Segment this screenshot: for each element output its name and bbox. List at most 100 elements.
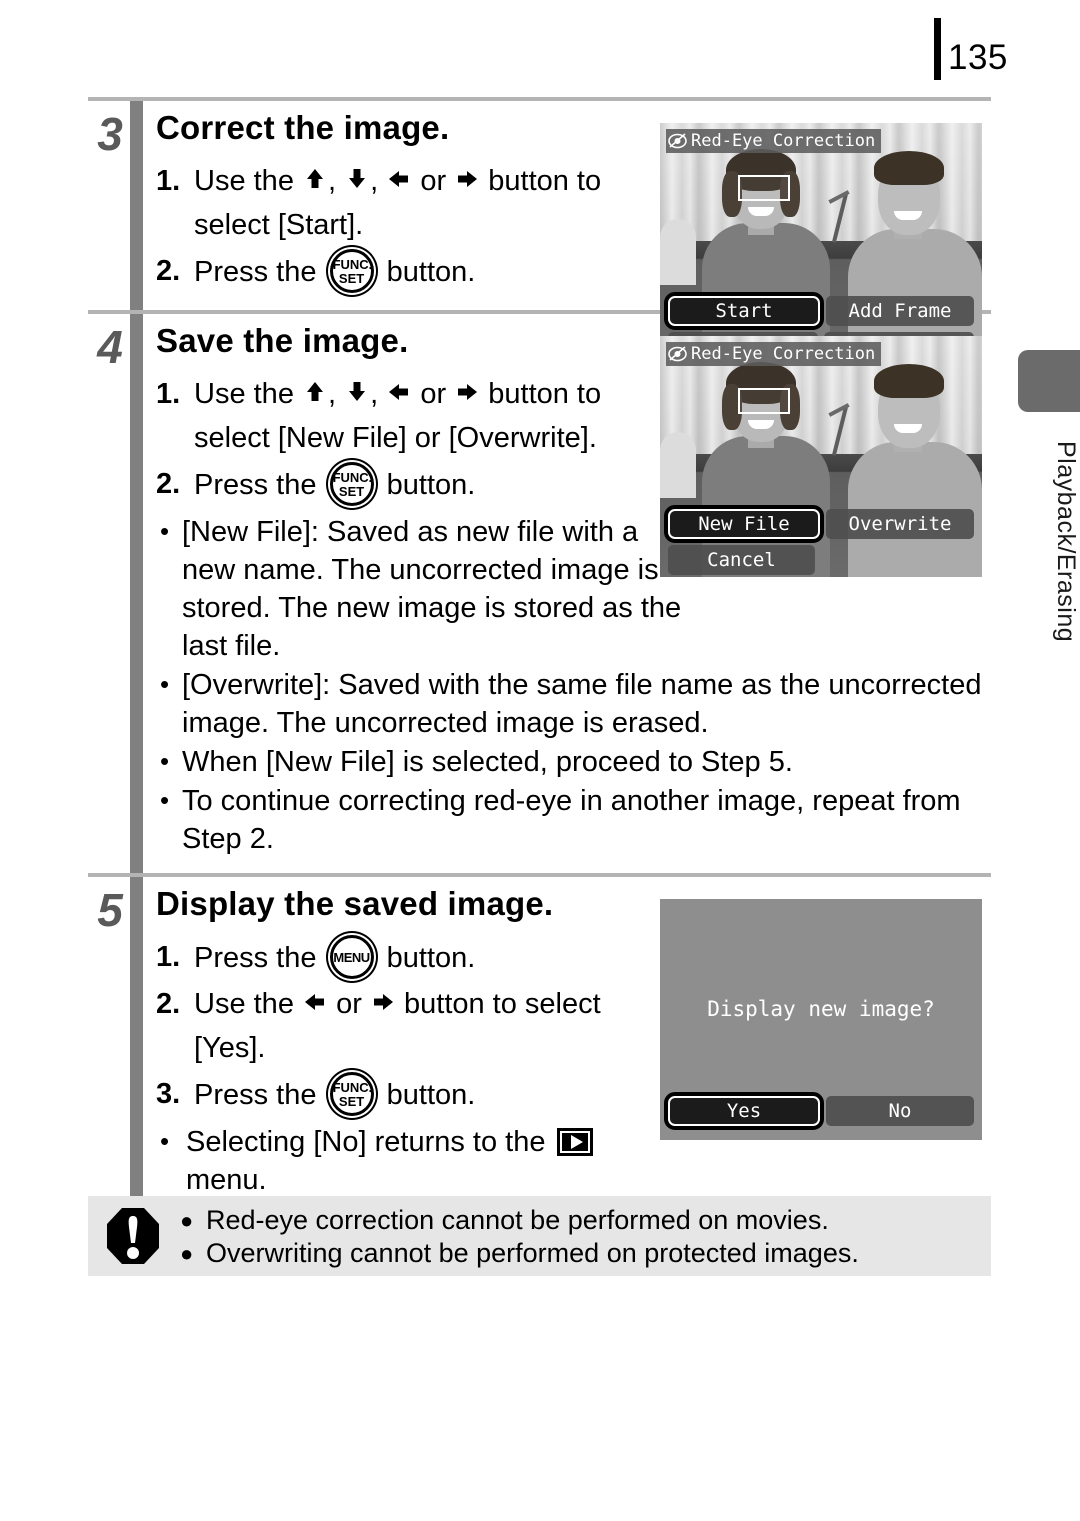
side-tab-marker bbox=[1018, 350, 1080, 412]
menu-button-label: MENU bbox=[333, 950, 370, 965]
arrow-left-icon bbox=[386, 166, 412, 192]
dialog-button-yes[interactable]: Yes bbox=[664, 1092, 824, 1130]
arrow-down-icon bbox=[344, 379, 370, 405]
step-rule bbox=[130, 314, 143, 873]
step-5-instruction-3-suffix: button. bbox=[386, 1079, 476, 1111]
func-set-label-top: FUNC. bbox=[332, 257, 373, 272]
step-4-bullet-4-text: To continue correcting red-eye in anothe… bbox=[182, 785, 961, 855]
step-4-instruction-1-prefix: Use the bbox=[194, 378, 294, 410]
step-3-instruction-2-prefix: Press the bbox=[194, 256, 317, 288]
caution-box: ● Red-eye correction cannot be performed… bbox=[88, 1196, 991, 1276]
step-3-instruction-1-line2: select [Start]. bbox=[194, 209, 364, 241]
step-4-bullet-1: • [New File]: Saved as new file with a n… bbox=[156, 513, 682, 665]
step-4-instruction-1-line2: select [New File] or [Overwrite]. bbox=[194, 422, 597, 454]
step-5-bullet-1-text: Selecting [No] returns to the bbox=[186, 1126, 546, 1158]
step-5-instruction-2-prefix: Use the bbox=[194, 988, 294, 1020]
step-4-bullet-2: • [Overwrite]: Saved with the same file … bbox=[156, 666, 991, 742]
step-5-instruction-2-conj: or bbox=[336, 988, 362, 1020]
background-person bbox=[660, 432, 696, 498]
step-5-instruction-3-marker: 3. bbox=[156, 1078, 181, 1110]
screen-menu-row-2: Cancel bbox=[660, 545, 982, 575]
step-5-instruction-2-suffix: button to select bbox=[404, 988, 601, 1020]
page-header: 135 bbox=[0, 14, 1080, 86]
step-5-instruction-1-marker: 1. bbox=[156, 941, 181, 973]
arrow-down-icon bbox=[344, 166, 370, 192]
bullet-dot: • bbox=[160, 746, 170, 776]
step-3-instruction-1-marker: 1. bbox=[156, 165, 181, 197]
caution-item-1: ● Red-eye correction cannot be performed… bbox=[178, 1204, 981, 1237]
screen-title-bar: Red-Eye Correction bbox=[666, 129, 882, 153]
step-3-instruction-1-prefix: Use the bbox=[194, 165, 294, 197]
step-5: 5 Display the saved image. 1. Press the … bbox=[88, 877, 991, 1214]
step-4-instruction-1-suffix: button to bbox=[488, 378, 602, 410]
step-5-instruction-1-prefix: Press the bbox=[194, 942, 317, 974]
bullet-dot: • bbox=[160, 669, 170, 699]
step-4-number: 4 bbox=[97, 321, 123, 373]
camera-screen-display-new-image: Display new image? Yes No bbox=[660, 899, 982, 1140]
step-5-bullet-1-tail: menu. bbox=[186, 1164, 267, 1196]
page-number-rule bbox=[934, 18, 941, 80]
screen-title-text: Red-Eye Correction bbox=[691, 131, 876, 151]
step-5-bullet-1: • Selecting [No] returns to the menu. bbox=[156, 1123, 656, 1199]
screen-title-text: Red-Eye Correction bbox=[691, 344, 876, 364]
step-4-bullet-4: • To continue correcting red-eye in anot… bbox=[156, 782, 991, 858]
step-4-instruction-1-marker: 1. bbox=[156, 378, 181, 410]
step-4-bullet-2-text: [Overwrite]: Saved with the same file na… bbox=[182, 669, 982, 739]
func-set-label-bottom: SET bbox=[338, 484, 365, 499]
background-person bbox=[660, 219, 696, 285]
func-set-label-bottom: SET bbox=[338, 1094, 365, 1109]
side-tab-label: Playback/Erasing bbox=[1052, 441, 1080, 643]
step-3-instruction-2-suffix: button. bbox=[386, 256, 476, 288]
step-4-instruction-1-conj: or bbox=[420, 378, 447, 410]
menu-button-new-file[interactable]: New File bbox=[664, 505, 824, 543]
step-4-bullet-1-text: [New File]: Saved as new file with a new… bbox=[182, 516, 682, 662]
eye-selection-frame bbox=[738, 388, 790, 414]
comma-1: , bbox=[328, 378, 337, 410]
right-person-hair bbox=[874, 364, 944, 398]
bullet-dot: • bbox=[160, 1126, 170, 1156]
step-5-instruction-3-prefix: Press the bbox=[194, 1079, 317, 1111]
comma-1: , bbox=[328, 165, 337, 197]
comma-2: , bbox=[370, 165, 379, 197]
right-person-hair bbox=[874, 151, 944, 185]
caution-item-2: ● Overwriting cannot be performed on pro… bbox=[178, 1237, 981, 1270]
menu-button-overwrite[interactable]: Overwrite bbox=[826, 509, 974, 539]
step-5-instruction-2-line2: [Yes]. bbox=[194, 1032, 266, 1064]
step-3: 3 Correct the image. 1. Use the , , or b… bbox=[88, 101, 991, 364]
exclamation-octagon-icon bbox=[106, 1207, 160, 1265]
step-3-instruction-2-marker: 2. bbox=[156, 255, 181, 287]
screen-title-bar: Red-Eye Correction bbox=[666, 342, 882, 366]
caution-item-2-text: Overwriting cannot be performed on prote… bbox=[206, 1238, 859, 1268]
bullet-dot: • bbox=[160, 516, 170, 546]
step-4-bullet-3-text: When [New File] is selected, proceed to … bbox=[182, 746, 793, 778]
arrow-up-icon bbox=[302, 379, 328, 405]
page-number: 135 bbox=[948, 38, 1008, 77]
step-5-instruction-2-marker: 2. bbox=[156, 988, 181, 1020]
arrow-right-icon bbox=[370, 989, 396, 1015]
step-4-instruction-2-prefix: Press the bbox=[194, 469, 317, 501]
func-set-button-icon: FUNC. SET bbox=[329, 462, 374, 506]
step-5-instruction-1-suffix: button. bbox=[386, 942, 476, 974]
manual-content: 3 Correct the image. 1. Use the , , or b… bbox=[88, 97, 991, 1218]
dialog-menu-row: Yes No bbox=[660, 1092, 982, 1130]
step-3-instruction-1-suffix: button to bbox=[488, 165, 602, 197]
screen-menu-row-1: New File Overwrite bbox=[660, 505, 982, 543]
caution-bullet-dot: ● bbox=[180, 1241, 194, 1266]
arrow-right-icon bbox=[454, 379, 480, 405]
step-4-instruction-2-marker: 2. bbox=[156, 468, 181, 500]
dialog-button-no[interactable]: No bbox=[826, 1096, 974, 1126]
step-4-bullet-3: • When [New File] is selected, proceed t… bbox=[156, 743, 991, 781]
step-4-instruction-2-suffix: button. bbox=[386, 469, 476, 501]
arrow-right-icon bbox=[454, 166, 480, 192]
dialog-message: Display new image? bbox=[707, 997, 935, 1021]
func-set-label-top: FUNC. bbox=[332, 470, 373, 485]
comma-2: , bbox=[370, 378, 379, 410]
arrow-left-icon bbox=[386, 379, 412, 405]
caution-bullet-dot: ● bbox=[180, 1208, 194, 1233]
menu-button-cancel[interactable]: Cancel bbox=[668, 545, 815, 575]
func-set-button-icon: FUNC. SET bbox=[329, 1072, 374, 1116]
play-triangle bbox=[570, 1135, 583, 1149]
caution-item-1-text: Red-eye correction cannot be performed o… bbox=[206, 1205, 829, 1235]
arrow-up-icon bbox=[302, 166, 328, 192]
func-set-button-icon: FUNC. SET bbox=[329, 249, 374, 293]
